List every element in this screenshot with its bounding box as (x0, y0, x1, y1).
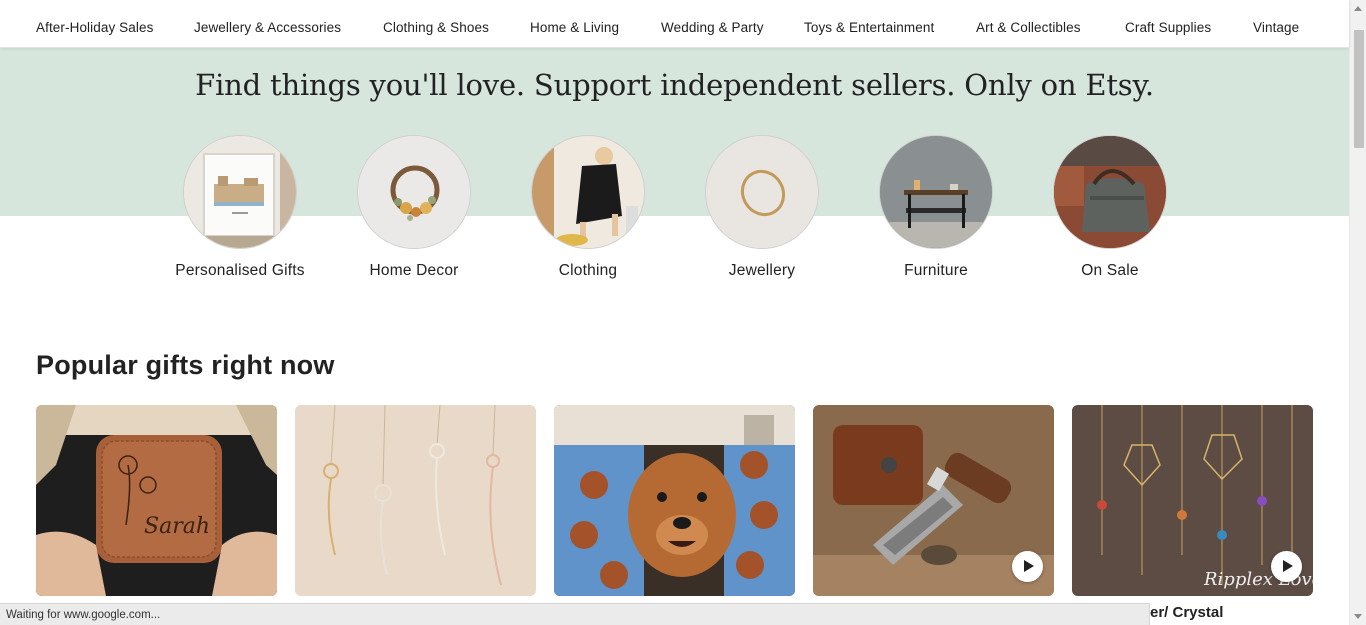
play-video-button[interactable] (1271, 551, 1302, 582)
category-label: On Sale (1081, 262, 1139, 279)
product-card-leather-jewelry-box[interactable]: Sarah (36, 405, 277, 596)
nav-item-art-collectibles[interactable]: Art & Collectibles (976, 20, 1081, 35)
product-card-dog-face-blanket[interactable] (554, 405, 795, 596)
woman-in-black-dress-image (531, 135, 645, 249)
category-label: Personalised Gifts (175, 262, 305, 279)
leather-jewelry-box-image: Sarah (36, 405, 277, 596)
nav-item-jewellery-accessories[interactable]: Jewellery & Accessories (194, 20, 341, 35)
engraving-text: Sarah (144, 514, 210, 539)
category-label: Home Decor (369, 262, 459, 279)
product-card-crystal-suncatchers[interactable]: Ripplex Love (1072, 405, 1313, 596)
nav-item-clothing-shoes[interactable]: Clothing & Shoes (383, 20, 489, 35)
dried-flower-wreath-image (357, 135, 471, 249)
category-clothing[interactable]: Clothing (518, 135, 658, 281)
framed-house-print-image (183, 135, 297, 249)
play-video-button[interactable] (1012, 551, 1043, 582)
popular-gifts-title: Popular gifts right now (36, 350, 335, 380)
side-table-image (879, 135, 993, 249)
scroll-up-arrow-icon[interactable] (1354, 6, 1362, 11)
category-furniture[interactable]: Furniture (866, 135, 1006, 281)
category-nav: After-Holiday Sales Jewellery & Accessor… (0, 0, 1349, 48)
product-card-damascus-knife[interactable] (813, 405, 1054, 596)
nav-item-vintage[interactable]: Vintage (1253, 20, 1299, 35)
nav-item-toys-entertainment[interactable]: Toys & Entertainment (804, 20, 934, 35)
category-label: Clothing (558, 262, 618, 279)
category-personalised-gifts[interactable]: Personalised Gifts (170, 135, 310, 281)
category-on-sale[interactable]: On Sale (1040, 135, 1180, 281)
category-jewellery[interactable]: Jewellery (692, 135, 832, 281)
product-caption[interactable]: er/ Crystal (1150, 604, 1223, 621)
category-home-decor[interactable]: Home Decor (344, 135, 484, 281)
dog-face-blanket-image (554, 405, 795, 596)
nav-item-craft-supplies[interactable]: Craft Supplies (1125, 20, 1211, 35)
product-card-birth-flower-necklaces[interactable] (295, 405, 536, 596)
nav-item-wedding-party[interactable]: Wedding & Party (661, 20, 764, 35)
vertical-scrollbar[interactable] (1349, 0, 1366, 625)
hero-title: Find things you'll love. Support indepen… (195, 68, 1154, 102)
canvas-bag-image (1053, 135, 1167, 249)
browser-status-bar: Waiting for www.google.com... (0, 603, 1150, 625)
birth-flower-necklaces-image (295, 405, 536, 596)
nav-item-after-holiday-sales[interactable]: After-Holiday Sales (36, 20, 153, 35)
scroll-down-arrow-icon[interactable] (1354, 614, 1362, 619)
category-label: Jewellery (728, 262, 796, 279)
scroll-thumb[interactable] (1354, 30, 1364, 148)
nav-item-home-living[interactable]: Home & Living (530, 20, 619, 35)
category-label: Furniture (904, 262, 968, 279)
gold-ring-image (705, 135, 819, 249)
